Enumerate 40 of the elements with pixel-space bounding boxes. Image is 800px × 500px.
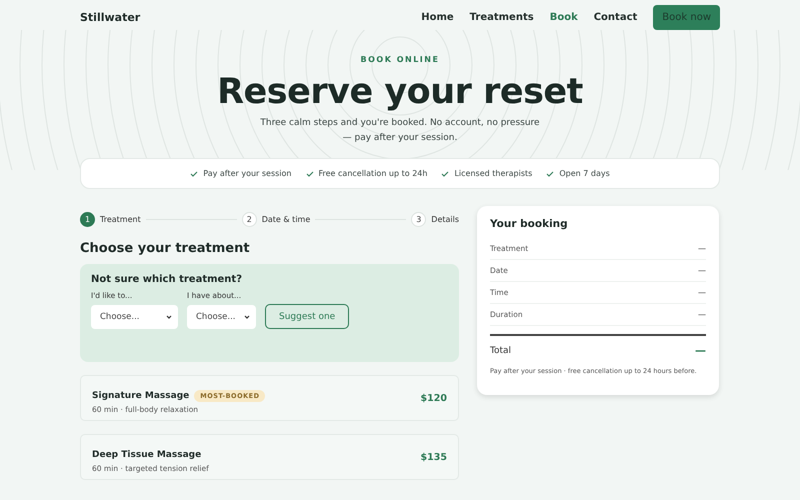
summary-value: — bbox=[698, 310, 706, 319]
step-label: Date & time bbox=[262, 215, 310, 224]
treatment-name: Signature Massage bbox=[92, 390, 190, 400]
trust-text: Free cancellation up to 24h bbox=[318, 169, 428, 178]
eyebrow-text: BOOK ONLINE bbox=[360, 55, 440, 64]
treatment-price: $120 bbox=[420, 392, 447, 404]
trust-text: Pay after your session bbox=[203, 169, 292, 178]
summary-value: — bbox=[698, 244, 706, 253]
treatment-price: $135 bbox=[420, 452, 447, 462]
check-icon bbox=[441, 170, 450, 176]
section-title: Choose your treatment bbox=[80, 241, 251, 256]
check-icon bbox=[546, 170, 554, 176]
trust-text: Licensed therapists bbox=[454, 169, 532, 178]
trust-text: Open 7 days bbox=[559, 169, 610, 178]
treatment-name: Deep Tissue Massage bbox=[92, 450, 202, 460]
summary-value: — bbox=[698, 266, 706, 275]
step-label: Details bbox=[431, 215, 460, 224]
step-label: Treatment bbox=[100, 215, 141, 224]
summary-title: Your booking bbox=[490, 218, 569, 230]
select-field[interactable]: Choose... bbox=[91, 305, 178, 329]
check-icon bbox=[306, 170, 314, 176]
select-field[interactable]: Choose... bbox=[187, 305, 256, 329]
summary-value: — bbox=[698, 288, 706, 297]
nav-link[interactable]: Contact bbox=[594, 12, 638, 22]
nav-link[interactable]: Book bbox=[550, 12, 578, 22]
total-label: Total bbox=[490, 346, 512, 356]
brand-logo[interactable]: Stillwater bbox=[80, 10, 140, 24]
step-number[interactable]: 3 bbox=[411, 212, 426, 227]
suggest-button[interactable]: Suggest one bbox=[265, 304, 350, 329]
hero-title: Reserve your reset bbox=[217, 72, 583, 112]
nav-link[interactable]: Home bbox=[421, 12, 454, 22]
hero-subtitle: Three calm steps and you're booked. No account, no pressure — pay after your session. bbox=[259, 117, 541, 145]
chevron-down-icon bbox=[244, 315, 250, 319]
chevron-down-icon bbox=[166, 315, 172, 319]
step-number[interactable]: 2 bbox=[242, 212, 257, 227]
step-number[interactable]: 1 bbox=[80, 212, 95, 227]
total-value: — bbox=[695, 344, 706, 357]
panel-title: Not sure which treatment? bbox=[91, 274, 244, 285]
nav-link[interactable]: Treatments bbox=[470, 12, 534, 22]
check-icon bbox=[190, 170, 198, 176]
